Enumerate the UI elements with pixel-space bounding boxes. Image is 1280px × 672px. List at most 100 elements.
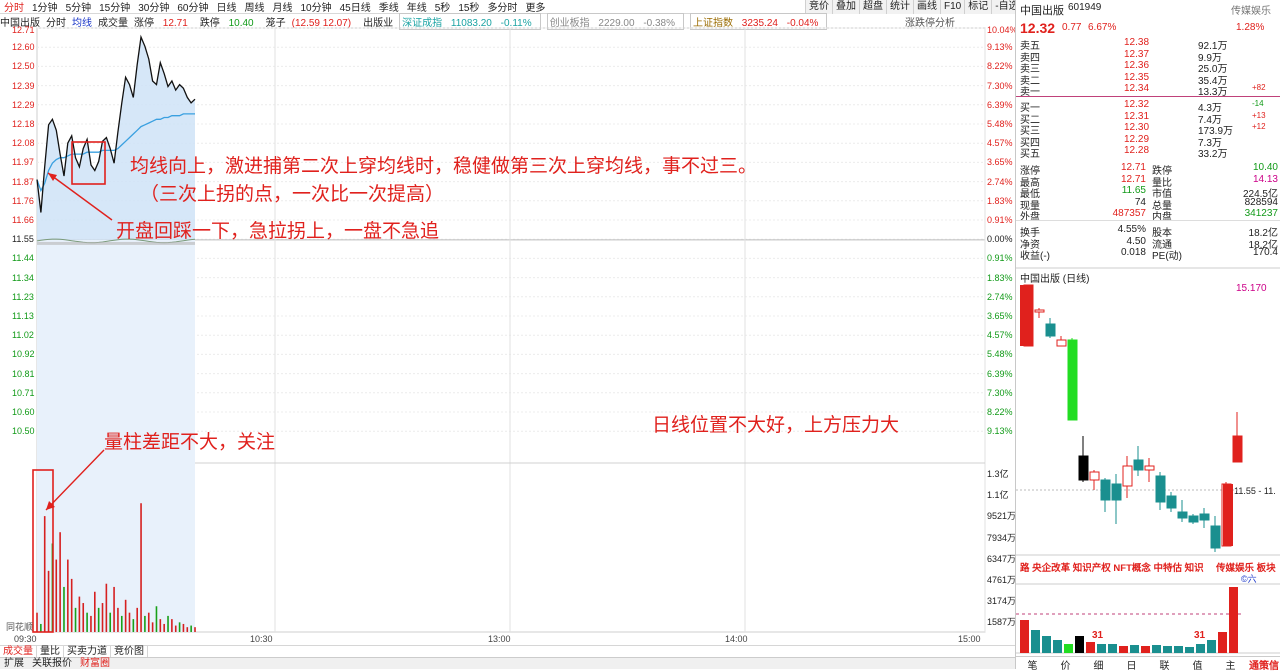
- left-axis-label: 10.92: [12, 349, 35, 360]
- right-nav-5[interactable]: 值: [1181, 657, 1214, 672]
- volume-bar: [144, 615, 146, 632]
- volume-axis-label: 1587万: [987, 617, 1017, 628]
- left-axis-label: 11.55: [12, 234, 34, 245]
- status-left-0[interactable]: 扩展: [0, 658, 28, 669]
- candle-body: [1045, 323, 1056, 337]
- right-nav-2[interactable]: 细: [1082, 657, 1115, 672]
- volume-bar: [136, 607, 138, 632]
- right-nav-0[interactable]: 笔: [1016, 657, 1049, 672]
- volume-axis-label: 7934万: [987, 532, 1017, 543]
- right-nav-4[interactable]: 联: [1148, 657, 1181, 672]
- volume-bar: [171, 619, 173, 632]
- daily-volume-bar: [1185, 647, 1194, 653]
- right-axis-label: 9.13%: [987, 426, 1013, 437]
- bottom-tabs: 成交量 量比 买卖力道 竞价图: [0, 645, 1015, 657]
- volume-axis-label: 3174万: [987, 596, 1017, 607]
- volume-bar: [109, 612, 112, 632]
- left-axis-label: 10.50: [12, 426, 35, 437]
- right-axis-label: 0.91%: [987, 253, 1013, 264]
- daily-volume-bar: [1174, 646, 1183, 653]
- daily-volume-bar: [1152, 645, 1161, 653]
- daily-volume-bar: [1130, 645, 1139, 653]
- bottom-tab-0[interactable]: 成交量: [0, 646, 37, 657]
- volume-bar: [174, 625, 177, 632]
- daily-volume-bar: [1097, 644, 1106, 653]
- right-axis-label: 2.74%: [987, 176, 1013, 187]
- bottom-tab-1[interactable]: 量比: [37, 646, 64, 657]
- right-nav-end[interactable]: 通策信: [1247, 657, 1280, 672]
- volume-bar: [90, 615, 92, 632]
- right-axis-label: 7.30%: [987, 387, 1013, 398]
- volume-bar: [105, 583, 108, 632]
- candle-body: [1144, 465, 1155, 471]
- volume-bar: [159, 619, 162, 632]
- left-axis-label: 11.02: [12, 330, 34, 341]
- volume-bar: [40, 623, 42, 632]
- candle-body: [1188, 515, 1199, 523]
- right-nav-1[interactable]: 价: [1049, 657, 1082, 672]
- left-axis-label: 11.87: [12, 176, 34, 187]
- volume-bar: [124, 599, 127, 632]
- volume-bar: [163, 623, 165, 632]
- daily-volume-bar: [1053, 640, 1062, 653]
- bottom-tab-2[interactable]: 买卖力道: [64, 646, 111, 657]
- volume-bar: [59, 532, 61, 632]
- right-axis-label: 3.65%: [987, 157, 1013, 168]
- candle-body: [1100, 479, 1111, 501]
- right-nav-3[interactable]: 日: [1115, 657, 1148, 672]
- volume-bar: [151, 622, 154, 632]
- candle-body: [1166, 495, 1177, 509]
- annotation-1: 均线向上，激进捕第二次上穿均线时，稳健做第三次上穿均线，事不过三。: [130, 156, 758, 177]
- right-axis-label: 2.74%: [987, 291, 1013, 302]
- candle-body: [1223, 484, 1233, 546]
- right-axis-label: 6.39%: [987, 99, 1013, 110]
- daily-volume-bar: [1119, 646, 1128, 653]
- left-axis-label: 12.08: [12, 138, 35, 149]
- daily-volume-bar: [1163, 646, 1172, 653]
- volume-bar: [97, 607, 100, 632]
- status-left-2[interactable]: 财富圈: [76, 658, 114, 669]
- left-axis-label: 12.60: [12, 42, 35, 53]
- vol-labels: 31 31: [1092, 630, 1206, 641]
- volume-bar: [82, 603, 85, 632]
- bottom-tab-3[interactable]: 竞价图: [111, 646, 148, 657]
- right-axis-label: 1.83%: [987, 272, 1013, 283]
- volume-bar: [186, 627, 189, 632]
- candle-body: [1177, 511, 1188, 519]
- volume-bar: [113, 586, 115, 632]
- stats-separator: [1016, 220, 1280, 221]
- volume-bar: [132, 619, 135, 632]
- volume-bar: [147, 612, 150, 632]
- watermark: 同花顺: [6, 622, 34, 632]
- volume-bar: [167, 615, 169, 632]
- right-axis-label: 8.22%: [987, 407, 1013, 417]
- volume-bar: [194, 627, 196, 632]
- price-area: [37, 37, 195, 240]
- concept-strip[interactable]: 路 央企改革 知识产权 NFT概念 中特估 知识 传媒娱乐 板块: [1016, 560, 1280, 574]
- left-axis-label: 10.81: [12, 368, 35, 379]
- right-axis-label: 3.65%: [987, 311, 1013, 321]
- left-axis-label: 12.18: [12, 119, 35, 129]
- left-axis-label: 11.23: [12, 291, 34, 302]
- daily-volume-bar: [1196, 644, 1205, 653]
- volume-bar: [78, 596, 81, 632]
- left-axis-label: 12.29: [12, 99, 35, 110]
- time-axis-label: 13:00: [488, 634, 511, 644]
- candle-body: [1133, 459, 1144, 471]
- volume-bar: [101, 603, 104, 632]
- left-axis-label: 11.34: [12, 272, 34, 283]
- volume-axis-label: 1.3亿: [987, 469, 1009, 479]
- volume-bar: [155, 606, 158, 632]
- status-left-1[interactable]: 关联报价: [28, 658, 76, 669]
- annotation-4: 量柱差距不大，关注: [104, 432, 276, 453]
- left-axis-label: 11.13: [12, 311, 34, 321]
- candle-body: [1210, 525, 1221, 549]
- annotation-3: 开盘回踩一下，急拉拐上，一盘不急追: [116, 221, 440, 242]
- right-panel: 中国出版 601949 传媒娱乐 12.32 0.77 6.67% 1.28% …: [1015, 0, 1280, 672]
- right-axis-label: 4.57%: [987, 330, 1013, 341]
- time-axis-label: 14:00: [725, 634, 748, 644]
- right-axis-label: 8.22%: [987, 61, 1013, 72]
- right-nav-6[interactable]: 主: [1214, 657, 1247, 672]
- daily-volume-bar: [1229, 587, 1238, 653]
- volume-axis-label: 9521万: [987, 511, 1017, 522]
